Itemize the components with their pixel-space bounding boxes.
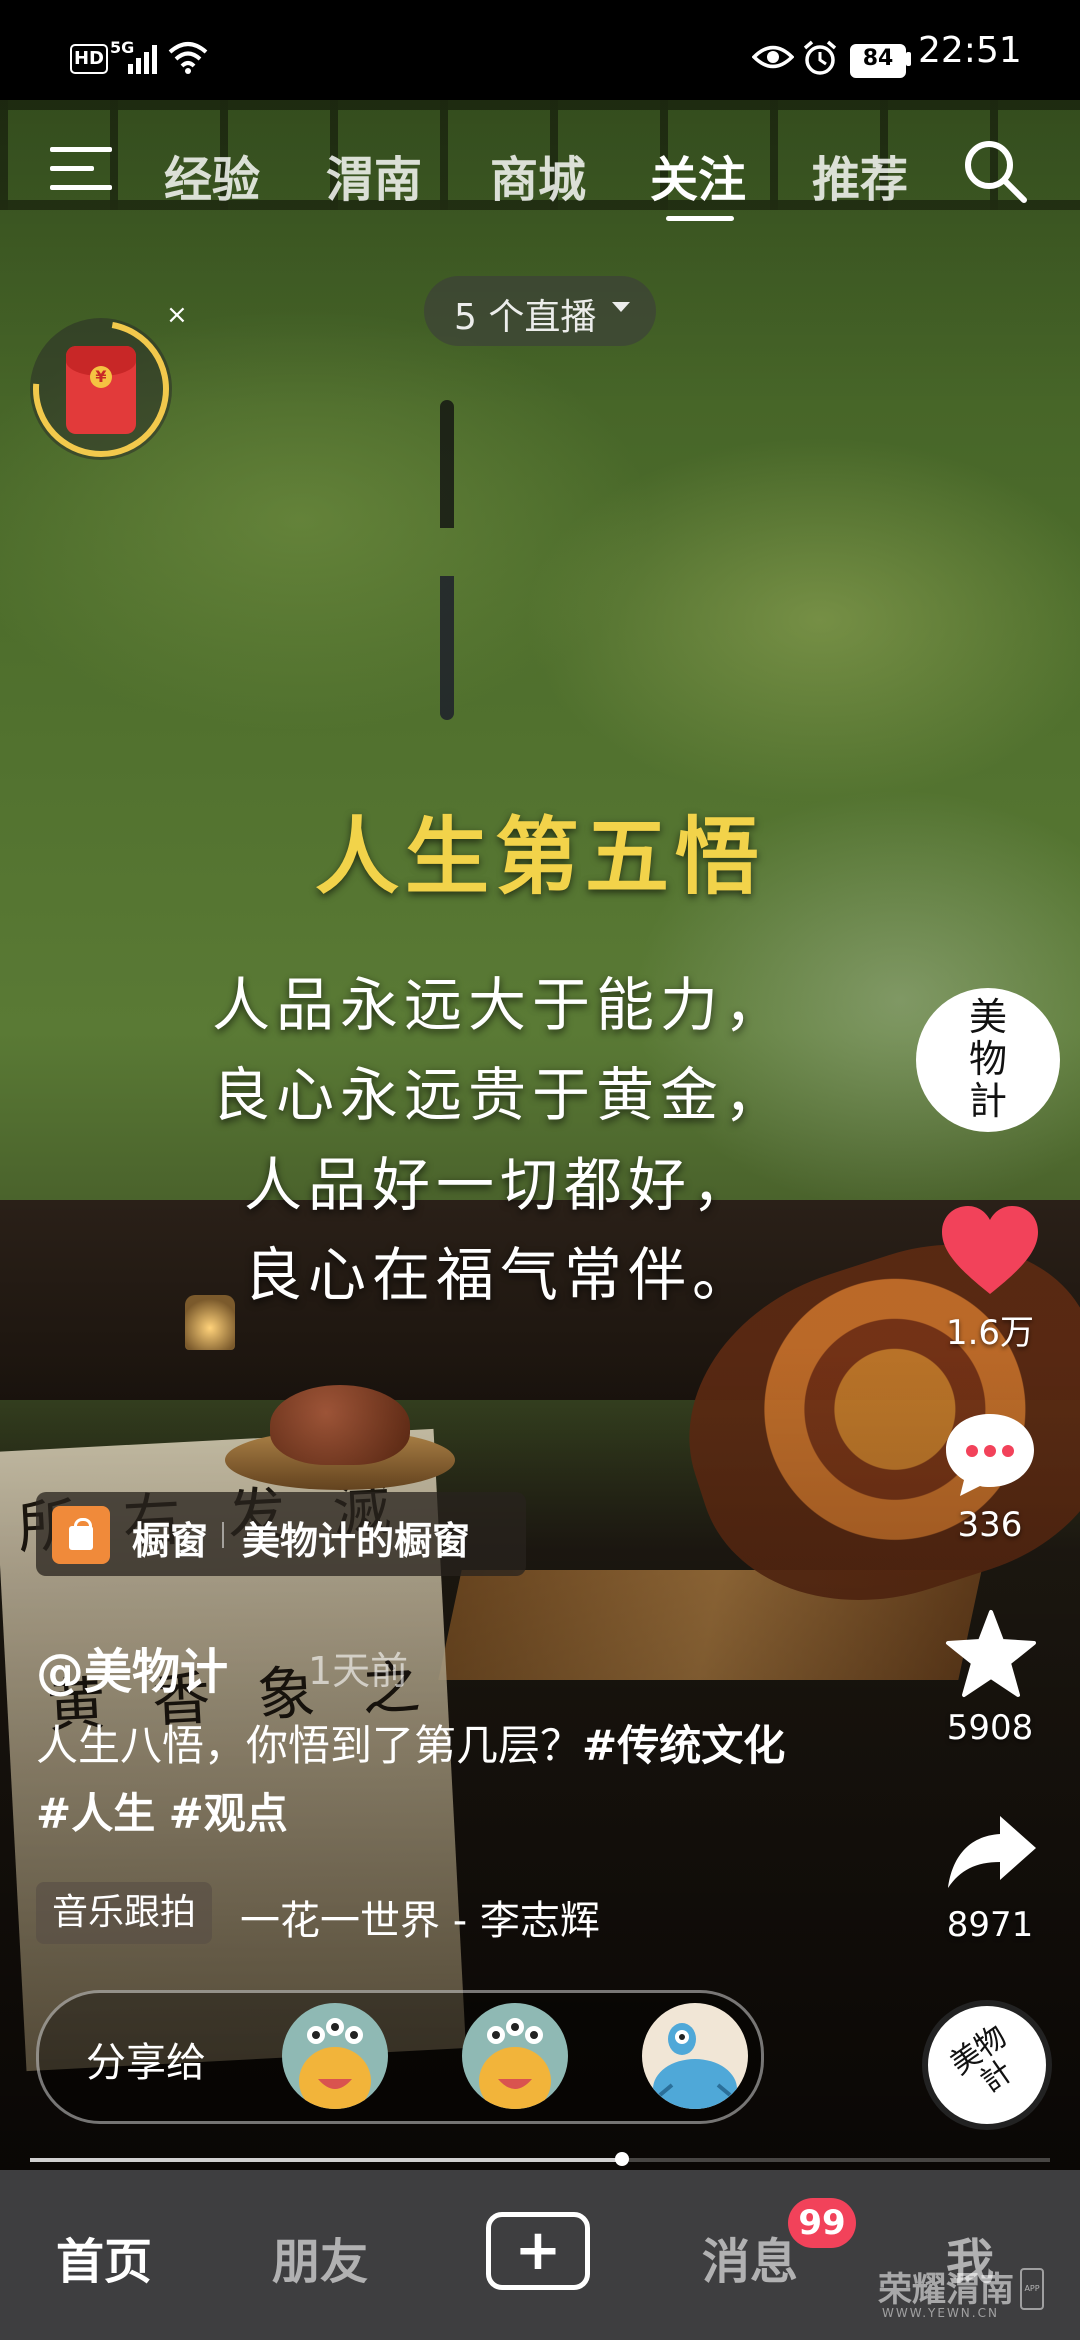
favorite-count: 5908 bbox=[946, 1708, 1034, 1748]
red-packet-widget[interactable]: ¥ bbox=[30, 318, 172, 460]
music-disc-text: 美物計 bbox=[943, 2018, 1020, 2100]
music-follow-chip[interactable]: 音乐跟拍 bbox=[36, 1882, 213, 1944]
watermark-subtext: WWW.YEWN.CN bbox=[882, 2306, 999, 2320]
post-time: 1天前 bbox=[308, 1649, 409, 1693]
poem-title: 人生第五悟 bbox=[314, 807, 765, 906]
shopping-bag-icon bbox=[52, 1506, 110, 1564]
wifi-icon bbox=[168, 42, 208, 74]
comment-icon[interactable] bbox=[942, 1410, 1038, 1500]
poem-line-4: 良心在福气常伴。 bbox=[243, 1241, 756, 1309]
shop-store-name: 美物计的橱窗 bbox=[242, 1519, 471, 1563]
red-packet-coin: ¥ bbox=[90, 366, 112, 388]
hashtag[interactable]: #人生 bbox=[36, 1789, 155, 1838]
tab-jingyan[interactable]: 经验 bbox=[164, 140, 260, 210]
share-target-avatar[interactable] bbox=[462, 2003, 568, 2109]
yellow-monster-avatar bbox=[299, 2018, 371, 2109]
bag-handle bbox=[74, 1518, 92, 1533]
hd-icon: HD bbox=[70, 44, 108, 74]
live-streams-pill[interactable]: 5 个直播 bbox=[424, 276, 656, 346]
menu-icon[interactable] bbox=[50, 145, 112, 193]
shop-window-chip[interactable]: 橱窗 美物计的橱窗 bbox=[36, 1492, 526, 1576]
author-name[interactable]: @美物计 bbox=[36, 1632, 228, 1702]
tab-following[interactable]: 关注 bbox=[650, 140, 746, 210]
tab-shop[interactable]: 商城 bbox=[490, 140, 586, 210]
watermark-text: 荣耀渭南 bbox=[878, 2270, 1014, 2310]
author-avatar[interactable]: 美物計 bbox=[916, 988, 1060, 1132]
share-count: 8971 bbox=[946, 1905, 1034, 1945]
poem-line-3: 人品好一切都好， bbox=[243, 1151, 756, 1219]
active-tab-indicator bbox=[666, 216, 734, 221]
share-target-avatar[interactable] bbox=[282, 2003, 388, 2109]
search-icon[interactable] bbox=[962, 138, 1028, 204]
red-packet-icon: ¥ bbox=[66, 346, 136, 434]
tab-recommended[interactable]: 推荐 bbox=[812, 140, 908, 210]
battery-tip bbox=[906, 52, 911, 66]
hashtag[interactable]: #观点 bbox=[169, 1789, 288, 1838]
share-arrow-icon[interactable] bbox=[944, 1812, 1038, 1892]
playback-progress-knob[interactable] bbox=[614, 2152, 629, 2166]
poem-line-2: 良心永远贵于黄金， bbox=[211, 1061, 788, 1129]
tab-home[interactable]: 首页 bbox=[56, 2222, 152, 2292]
create-button[interactable]: + bbox=[486, 2212, 590, 2290]
signal-icon bbox=[128, 45, 157, 74]
post-description: 人生八悟，你悟到了第几层？#传统文化 #人生 #观点 bbox=[36, 1712, 816, 1848]
tab-friends[interactable]: 朋友 bbox=[272, 2222, 368, 2292]
favorite-star-icon[interactable] bbox=[944, 1608, 1038, 1700]
clock: 22:51 bbox=[918, 30, 1022, 71]
share-to-label: 分享给 bbox=[86, 2040, 206, 2086]
plus-icon: + bbox=[514, 2218, 562, 2283]
tab-weinan[interactable]: 渭南 bbox=[326, 140, 422, 210]
music-disc[interactable]: 美物計 bbox=[922, 2000, 1052, 2130]
watermark: 荣耀渭南 WWW.YEWN.CN APP bbox=[878, 2262, 1048, 2332]
like-count: 1.6万 bbox=[945, 1313, 1035, 1353]
playback-progress-fill bbox=[30, 2158, 622, 2162]
shop-label: 橱窗 bbox=[132, 1519, 209, 1563]
message-badge: 99 bbox=[788, 2198, 856, 2248]
alarm-icon bbox=[803, 40, 837, 75]
live-streams-label: 5 个直播 bbox=[454, 297, 597, 338]
status-bar: HD 5G 84 22:51 bbox=[0, 0, 1080, 100]
shop-divider bbox=[222, 1522, 224, 1548]
eye-icon bbox=[752, 45, 794, 69]
red-packet-close-button[interactable]: × bbox=[166, 300, 188, 330]
author-avatar-text: 美物計 bbox=[968, 995, 1007, 1123]
chevron-down-icon bbox=[612, 302, 630, 312]
like-heart-icon[interactable] bbox=[940, 1204, 1040, 1296]
hashtag[interactable]: #传统文化 bbox=[582, 1721, 785, 1770]
share-target-avatar[interactable] bbox=[642, 2003, 748, 2109]
battery-level: 84 bbox=[862, 46, 894, 71]
comment-count: 336 bbox=[957, 1505, 1023, 1545]
tab-messages[interactable]: 消息 bbox=[702, 2222, 798, 2292]
yellow-monster-avatar bbox=[479, 2018, 551, 2109]
watermark-tag: APP bbox=[1020, 2268, 1044, 2310]
music-title[interactable]: 一花一世界 - 李志辉 bbox=[240, 1888, 600, 1946]
post-text: 人生八悟，你悟到了第几层？ bbox=[36, 1721, 583, 1770]
blue-monster-avatar bbox=[653, 2023, 737, 2109]
poem-line-1: 人品永远大于能力， bbox=[211, 971, 788, 1039]
